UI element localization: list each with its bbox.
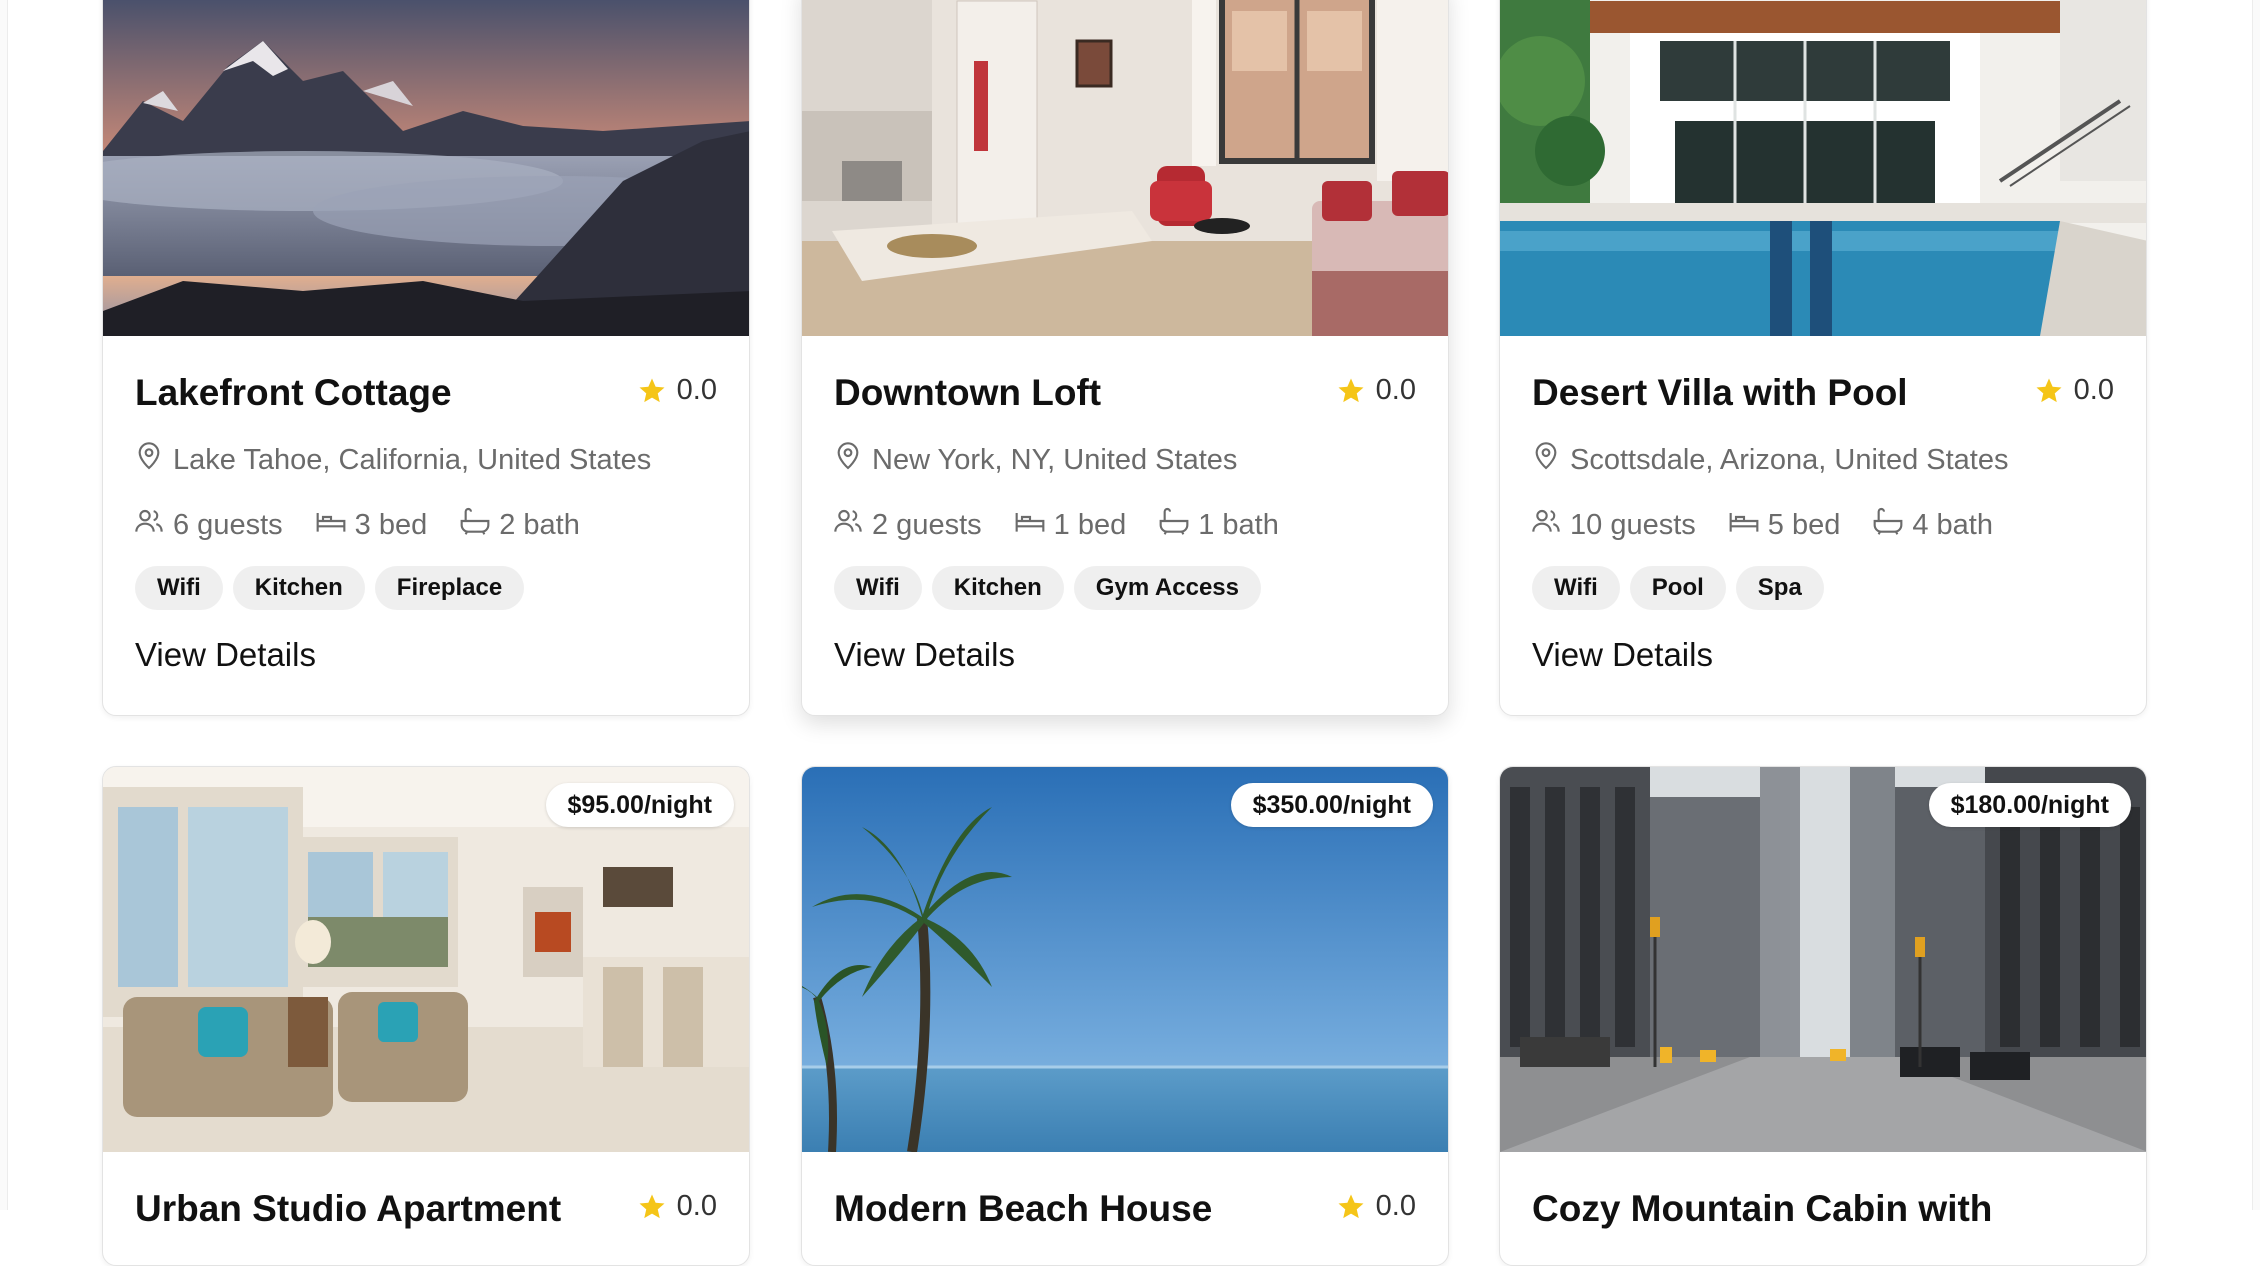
listing-rating: 0.0 xyxy=(1336,374,1416,407)
location-text: Lake Tahoe, California, United States xyxy=(173,443,652,476)
baths-count: 4 bath xyxy=(1912,508,1993,541)
amenity-chip: Kitchen xyxy=(931,566,1064,610)
amenity-chip: Pool xyxy=(1629,566,1726,610)
listing-title: Urban Studio Apartment xyxy=(135,1188,562,1229)
star-icon xyxy=(2034,376,2064,406)
listing-title: Downtown Loft xyxy=(834,372,1102,413)
amenity-list: Wifi Kitchen Gym Access xyxy=(834,566,1261,610)
listing-card[interactable]: Downtown Loft 0.0 New York, NY, United S… xyxy=(801,0,1449,716)
listing-card[interactable]: Lakefront Cottage 0.0 Lake Tahoe, Califo… xyxy=(102,0,750,716)
rating-value: 0.0 xyxy=(676,1190,717,1222)
bed-icon xyxy=(1728,505,1760,545)
map-pin-icon xyxy=(832,440,864,480)
users-icon xyxy=(1530,505,1562,545)
baths-spec: 1 bath xyxy=(1158,505,1279,545)
amenity-list: Wifi Pool Spa xyxy=(1532,566,1824,610)
listing-rating: 0.0 xyxy=(1336,1190,1416,1223)
guests-count: 2 guests xyxy=(872,508,982,541)
listing-photo-living-room[interactable]: $95.00/night xyxy=(103,767,749,1152)
beds-count: 3 bed xyxy=(354,508,428,541)
listing-title: Desert Villa with Pool xyxy=(1532,372,1908,413)
guests-count: 6 guests xyxy=(173,508,283,541)
listing-card[interactable]: $350.00/night Modern Beach House 0.0 xyxy=(801,766,1449,1266)
beds-spec: 3 bed xyxy=(315,505,428,545)
guests-spec: 10 guests xyxy=(1530,505,1696,545)
listing-title: Cozy Mountain Cabin with xyxy=(1532,1188,1993,1229)
guests-count: 10 guests xyxy=(1570,508,1696,541)
listing-photo-mountains[interactable] xyxy=(103,0,749,336)
location-text: New York, NY, United States xyxy=(872,443,1238,476)
star-icon xyxy=(1336,376,1366,406)
amenity-chip: Wifi xyxy=(135,566,223,610)
view-details-link[interactable]: View Details xyxy=(135,636,316,674)
star-icon xyxy=(1336,1192,1366,1222)
listing-photo-villa[interactable] xyxy=(1500,0,2146,336)
listing-photo-loft[interactable] xyxy=(802,0,1448,336)
star-icon xyxy=(637,1192,667,1222)
amenity-chip: Fireplace xyxy=(374,566,525,610)
listing-rating: 0.0 xyxy=(2034,374,2114,407)
bath-icon xyxy=(1872,505,1904,545)
listing-specs: 2 guests 1 bed 1 bath xyxy=(832,505,1279,545)
bed-icon xyxy=(315,505,347,545)
amenity-chip: Kitchen xyxy=(232,566,365,610)
rating-value: 0.0 xyxy=(676,374,717,406)
bath-icon xyxy=(1158,505,1190,545)
baths-spec: 4 bath xyxy=(1872,505,1993,545)
listing-location: Scottsdale, Arizona, United States xyxy=(1530,440,2008,480)
page-left-edge xyxy=(0,0,8,1210)
baths-spec: 2 bath xyxy=(459,505,580,545)
rating-value: 0.0 xyxy=(1375,374,1416,406)
map-pin-icon xyxy=(1530,440,1562,480)
listing-specs: 6 guests 3 bed 2 bath xyxy=(133,505,580,545)
view-details-link[interactable]: View Details xyxy=(1532,636,1713,674)
listing-title: Lakefront Cottage xyxy=(135,372,452,413)
amenity-chip: Wifi xyxy=(834,566,922,610)
beds-count: 1 bed xyxy=(1053,508,1127,541)
listing-photo-city-street[interactable]: $180.00/night xyxy=(1500,767,2146,1152)
guests-spec: 2 guests xyxy=(832,505,982,545)
listing-card[interactable]: $180.00/night Cozy Mountain Cabin with xyxy=(1499,766,2147,1266)
baths-count: 2 bath xyxy=(499,508,580,541)
listing-title: Modern Beach House xyxy=(834,1188,1213,1229)
baths-count: 1 bath xyxy=(1198,508,1279,541)
amenity-chip: Wifi xyxy=(1532,566,1620,610)
rating-value: 0.0 xyxy=(1375,1190,1416,1222)
amenity-chip: Spa xyxy=(1735,566,1824,610)
listing-card[interactable]: $95.00/night Urban Studio Apartment 0.0 xyxy=(102,766,750,1266)
price-badge: $350.00/night xyxy=(1230,783,1433,827)
amenity-list: Wifi Kitchen Fireplace xyxy=(135,566,525,610)
listing-location: New York, NY, United States xyxy=(832,440,1237,480)
beds-spec: 5 bed xyxy=(1728,505,1841,545)
listing-location: Lake Tahoe, California, United States xyxy=(133,440,651,480)
beds-count: 5 bed xyxy=(1767,508,1841,541)
price-badge: $180.00/night xyxy=(1928,783,2131,827)
listing-rating: 0.0 xyxy=(637,1190,717,1223)
beds-spec: 1 bed xyxy=(1014,505,1127,545)
guests-spec: 6 guests xyxy=(133,505,283,545)
listing-rating: 0.0 xyxy=(637,374,717,407)
listing-photo-beach[interactable]: $350.00/night xyxy=(802,767,1448,1152)
star-icon xyxy=(637,376,667,406)
rating-value: 0.0 xyxy=(2073,374,2114,406)
map-pin-icon xyxy=(133,440,165,480)
users-icon xyxy=(832,505,864,545)
amenity-chip: Gym Access xyxy=(1073,566,1261,610)
listing-card[interactable]: Desert Villa with Pool 0.0 Scottsdale, A… xyxy=(1499,0,2147,716)
listing-specs: 10 guests 5 bed 4 bath xyxy=(1530,505,1993,545)
users-icon xyxy=(133,505,165,545)
price-badge: $95.00/night xyxy=(545,783,734,827)
view-details-link[interactable]: View Details xyxy=(834,636,1015,674)
location-text: Scottsdale, Arizona, United States xyxy=(1570,443,2009,476)
bath-icon xyxy=(459,505,491,545)
bed-icon xyxy=(1014,505,1046,545)
page-right-edge xyxy=(2252,0,2260,1210)
